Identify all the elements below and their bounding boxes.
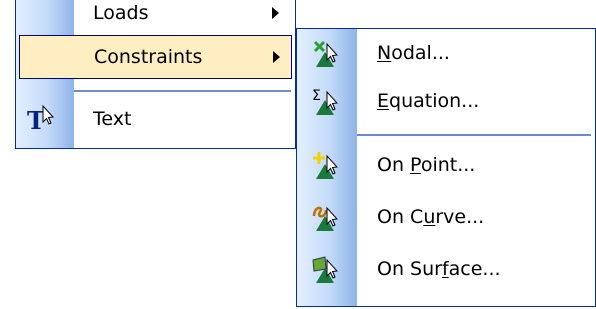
submenu-arrow-icon: [273, 51, 280, 63]
menu-item-label: On Surface...: [377, 258, 501, 280]
menu-item-on-curve[interactable]: On Curve...: [297, 191, 595, 243]
point-constraint-icon: [313, 152, 339, 179]
menu-item-nodal[interactable]: Nodal...: [297, 29, 595, 77]
svg-text:T: T: [27, 106, 45, 134]
menu-item-text[interactable]: T Text: [16, 97, 295, 141]
model-menu: Loads Constraints T Text: [15, 0, 296, 149]
menu-item-constraints[interactable]: Constraints: [19, 35, 292, 79]
nodal-constraint-icon: [313, 40, 339, 67]
menu-item-label: Text: [93, 108, 132, 130]
svg-text:Σ: Σ: [312, 88, 321, 104]
menu-item-label: Nodal...: [377, 42, 450, 64]
menu-item-on-point[interactable]: On Point...: [297, 139, 595, 191]
submenu-arrow-icon: [272, 7, 279, 19]
menu-item-label: Equation...: [377, 90, 480, 112]
menu-item-equation[interactable]: Σ Equation...: [297, 77, 595, 125]
constraints-submenu: Nodal... Σ Equation... On Point... On Cu…: [296, 28, 596, 307]
menu-item-on-surface[interactable]: On Surface...: [297, 243, 595, 295]
menu-item-label: Loads: [93, 2, 149, 24]
curve-constraint-icon: [312, 206, 339, 231]
menu-item-label: On Point...: [377, 154, 476, 176]
text-insert-icon: T: [27, 104, 55, 134]
menu-separator: [74, 90, 291, 92]
menu-separator: [357, 134, 591, 136]
equation-constraint-icon: Σ: [312, 88, 339, 115]
menu-item-label: On Curve...: [377, 206, 485, 228]
surface-constraint-icon: [312, 256, 339, 283]
menu-item-label: Constraints: [94, 46, 203, 68]
menu-item-loads[interactable]: Loads: [16, 0, 295, 35]
